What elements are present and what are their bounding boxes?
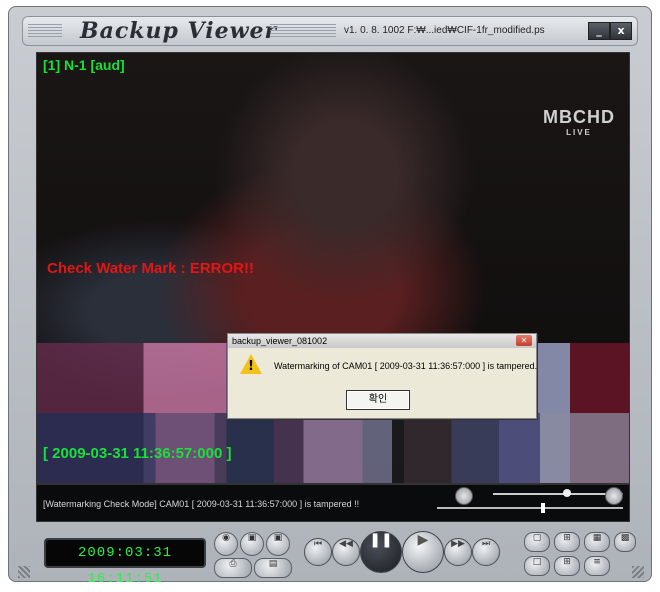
volume-slider[interactable] [493,489,623,497]
dialog-close-button[interactable]: ✕ [516,335,532,346]
step-back-icon: ◀◀ [339,539,353,549]
dialog-title-bar[interactable]: backup_viewer_081002 ✕ [228,334,536,348]
skip-back-icon: ⏮ [313,539,323,549]
grip-stripes-right [270,24,336,38]
skip-to-end-button[interactable]: ⏭ [472,538,500,566]
step-back-button[interactable]: ◀◀ [332,538,360,566]
skip-forward-icon: ⏭ [481,539,491,549]
camera-label: [1] N-1 [aud] [43,57,125,73]
clock-display: 2009:03:31 16:11:51 [44,538,206,587]
layout-1-button[interactable]: ▢ [524,532,550,552]
seek-bar[interactable] [437,503,623,513]
dialog-message: Watermarking of CAM01 [ 2009-03-31 11:36… [274,361,538,371]
ok-button[interactable]: 확인 [346,390,410,410]
minimize-button[interactable]: _ [588,22,610,40]
seek-bar-thumb[interactable] [541,503,545,513]
list-view-button[interactable]: ≡ [584,556,610,576]
watermark-error-text: Check Water Mark : ERROR!! [47,260,254,277]
broadcaster-logo-text: MBCHD [543,107,615,127]
dialog-title: backup_viewer_081002 [232,336,328,346]
nine-view-icon: ▦ [592,533,602,543]
step-forward-icon: ▶▶ [451,539,465,549]
close-icon: x [617,24,625,37]
resize-grip-right[interactable] [632,566,644,578]
volume-down-icon[interactable] [455,487,473,505]
printer-icon: ⎙ [229,559,237,569]
step-forward-button[interactable]: ▶▶ [444,538,472,566]
play-icon: ▶ [417,532,429,548]
skip-to-start-button[interactable]: ⏮ [304,538,332,566]
camera-icon: ◉ [222,533,230,543]
cam-select-button-2[interactable]: ▣ [240,532,264,556]
status-message: [Watermarking Check Mode] CAM01 [ 2009-0… [43,499,360,509]
sixteen-view-icon: ▩ [620,533,630,543]
save-image-button[interactable]: ▤ [254,558,292,578]
pause-icon: ❚❚ [369,532,393,548]
broadcaster-logo-sub: LIVE [566,128,592,137]
layout-16-button[interactable]: ▩ [614,532,636,552]
pause-button[interactable]: ❚❚ [360,531,402,573]
camera-icon: ▣ [273,533,283,543]
timestamp-overlay: [ 2009-03-31 11:36:57:000 ] [43,445,232,462]
layout-4-button[interactable]: ⊞ [554,532,580,552]
camera-icon: ▣ [247,533,257,543]
video-viewport[interactable]: [1] N-1 [aud] MBCHD LIVE Check Water Mar… [36,52,630,484]
cam-select-button-1[interactable]: ◉ [214,532,238,556]
volume-slider-thumb[interactable] [563,489,571,497]
close-button[interactable]: x [610,22,632,40]
play-button[interactable]: ▶ [402,531,444,573]
backup-viewer-window: Backup Viewer v1. 0. 8. 1002 F:₩...ied₩C… [8,6,652,587]
app-title: Backup Viewer [80,18,278,44]
print-button[interactable]: ⎙ [214,558,252,578]
layout-9-button[interactable]: ▦ [584,532,610,552]
control-panel: 2009:03:31 16:11:51 ◉ ▣ ▣ ⎙ ▤ ⏮ ◀◀ ❚❚ ▶ … [22,526,638,587]
fullscreen-button[interactable]: □ [524,556,550,576]
tamper-alert-dialog: backup_viewer_081002 ✕ ! Watermarking of… [227,333,537,419]
quad-view-icon: ⊞ [563,533,571,543]
grid-view-button[interactable]: ⊞ [554,556,580,576]
cam-select-button-3[interactable]: ▣ [266,532,290,556]
grip-stripes-left [28,24,62,38]
resize-grip-left[interactable] [18,566,30,578]
single-view-icon: ▢ [532,533,542,543]
minimize-icon: _ [596,24,602,37]
close-icon: ✕ [520,336,528,345]
grid-icon: ⊞ [563,557,571,567]
fullscreen-icon: □ [532,557,542,567]
title-bar[interactable]: Backup Viewer v1. 0. 8. 1002 F:₩...ied₩C… [22,16,638,46]
volume-up-icon[interactable] [605,487,623,505]
image-icon: ▤ [268,559,278,569]
status-bar: [Watermarking Check Mode] CAM01 [ 2009-0… [36,484,630,522]
list-icon: ≡ [593,557,601,567]
broadcaster-logo: MBCHD LIVE [543,107,615,137]
warning-icon-mark: ! [248,359,254,374]
version-path-label: v1. 0. 8. 1002 F:₩...ied₩CIF-1fr_modifie… [344,25,545,36]
